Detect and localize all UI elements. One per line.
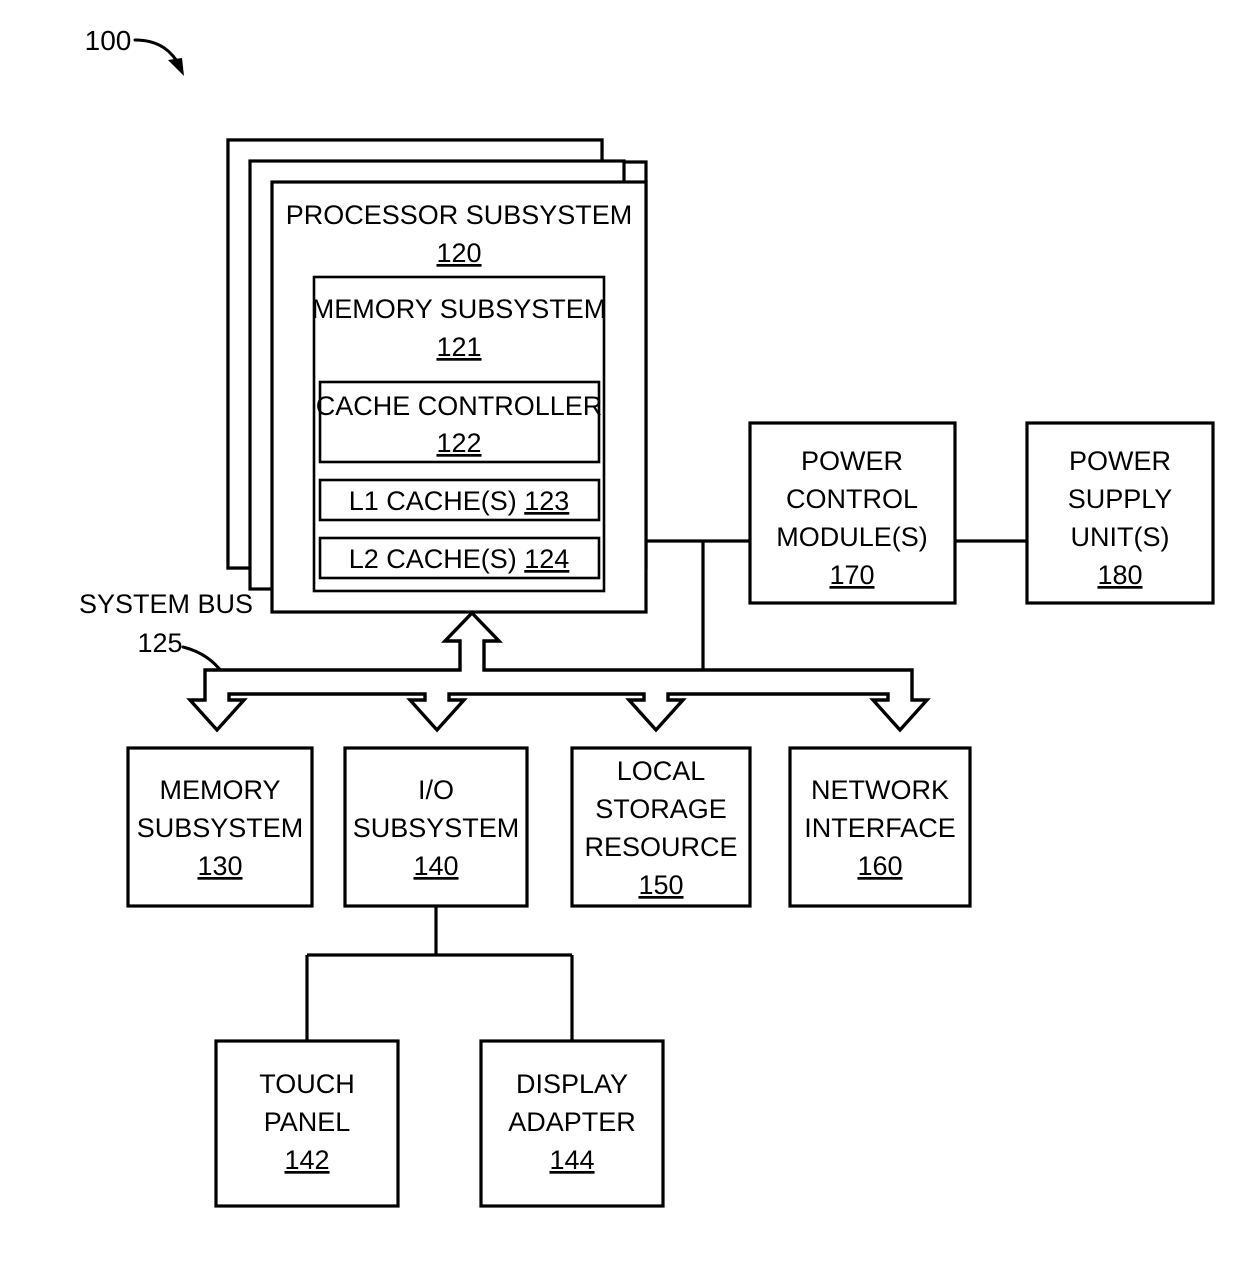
touch-panel-number: 142 bbox=[284, 1145, 329, 1175]
cache-controller-number: 122 bbox=[436, 428, 481, 458]
io-subsystem-number: 140 bbox=[413, 851, 458, 881]
power-control-module-number: 170 bbox=[829, 560, 874, 590]
touch-panel-line1: TOUCH bbox=[259, 1069, 355, 1099]
power-control-module-line1: POWER bbox=[801, 446, 903, 476]
local-storage-resource-number: 150 bbox=[638, 870, 683, 900]
local-storage-resource-line3: RESOURCE bbox=[584, 832, 737, 862]
display-adapter-line2: ADAPTER bbox=[508, 1107, 636, 1137]
l2-cache-text: L2 CACHE(S) 124 bbox=[349, 544, 570, 574]
network-interface-line2: INTERFACE bbox=[804, 813, 956, 843]
processor-subsystem-label: PROCESSOR SUBSYSTEM bbox=[286, 200, 633, 230]
system-bus-outline[interactable] bbox=[186, 610, 931, 733]
io-subsystem-line2: SUBSYSTEM bbox=[353, 813, 520, 843]
memory-subsystem-number: 130 bbox=[197, 851, 242, 881]
memory-subsystem-inner-number: 121 bbox=[436, 332, 481, 362]
power-supply-unit-line2: SUPPLY bbox=[1068, 484, 1173, 514]
l1-cache-number: 123 bbox=[524, 486, 569, 516]
power-supply-unit-line1: POWER bbox=[1069, 446, 1171, 476]
l2-cache-number: 124 bbox=[524, 544, 569, 574]
power-control-module-line2: CONTROL bbox=[786, 484, 918, 514]
figure-leader-arrowhead bbox=[168, 58, 184, 76]
processor-subsystem-number: 120 bbox=[436, 238, 481, 268]
memory-subsystem-line1: MEMORY bbox=[159, 775, 280, 805]
display-adapter-line1: DISPLAY bbox=[516, 1069, 628, 1099]
system-bus-leader-line bbox=[181, 645, 224, 674]
power-supply-unit-line3: UNIT(S) bbox=[1071, 522, 1170, 552]
figure-reference-number: 100 bbox=[85, 25, 132, 56]
patent-figure: 100 PROCESSOR SUBSYSTEM 120 MEMORY SUBSY… bbox=[0, 0, 1240, 1270]
system-bus-number: 125 bbox=[137, 628, 182, 658]
local-storage-resource-line2: STORAGE bbox=[595, 794, 727, 824]
io-subsystem-line1: I/O bbox=[418, 775, 454, 805]
l1-cache-text: L1 CACHE(S) 123 bbox=[349, 486, 570, 516]
cache-controller-label: CACHE CONTROLLER bbox=[316, 391, 603, 421]
network-interface-line1: NETWORK bbox=[811, 775, 949, 805]
block-diagram-canvas: 100 PROCESSOR SUBSYSTEM 120 MEMORY SUBSY… bbox=[79, 25, 1215, 1208]
display-adapter-number: 144 bbox=[549, 1145, 594, 1175]
memory-subsystem-line2: SUBSYSTEM bbox=[137, 813, 304, 843]
local-storage-resource-line1: LOCAL bbox=[617, 756, 706, 786]
connector-io-to-peripherals bbox=[305, 906, 574, 1041]
network-interface-number: 160 bbox=[857, 851, 902, 881]
l1-cache-label: L1 CACHE(S) bbox=[349, 486, 517, 516]
system-bus-label: SYSTEM BUS bbox=[79, 589, 253, 619]
l2-cache-label: L2 CACHE(S) bbox=[349, 544, 517, 574]
power-control-module-line3: MODULE(S) bbox=[776, 522, 928, 552]
power-supply-unit-number: 180 bbox=[1097, 560, 1142, 590]
touch-panel-line2: PANEL bbox=[264, 1107, 351, 1137]
memory-subsystem-inner-label: MEMORY SUBSYSTEM bbox=[312, 294, 607, 324]
